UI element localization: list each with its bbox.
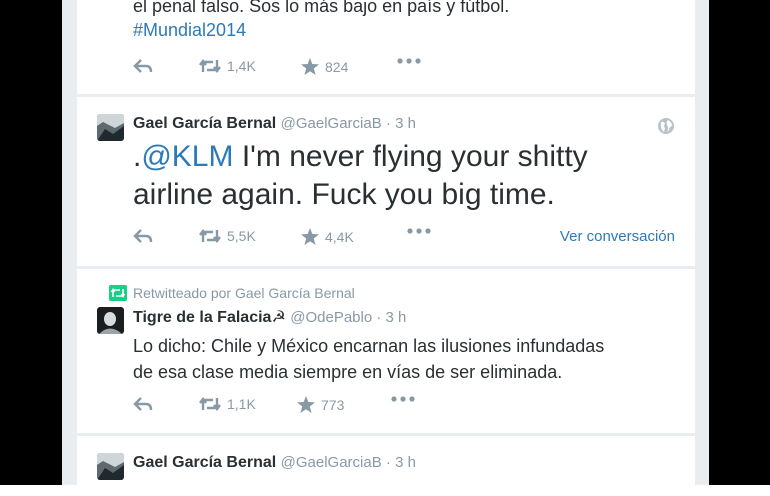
favorite-count: 824 — [325, 58, 349, 75]
reply-button[interactable] — [133, 58, 153, 74]
favorite-icon — [301, 58, 319, 75]
user-name[interactable]: Gael García Bernal — [133, 454, 276, 471]
user-name[interactable]: Gael García Bernal — [133, 115, 276, 132]
favorite-button[interactable]: 773 — [297, 396, 344, 413]
retweet-count: 5,5K — [227, 228, 256, 244]
tweet-header: Gael García Bernal @GaelGarciaB · 3 h — [133, 454, 416, 472]
tweet-text-line: I'm never flying your shitty — [233, 140, 588, 173]
retweet-button[interactable]: 1,1K — [199, 396, 256, 412]
retweet-icon — [199, 397, 221, 411]
favorite-count: 4,4K — [325, 228, 354, 245]
hashtag-link[interactable]: #Mundial2014 — [133, 20, 246, 40]
more-button[interactable] — [407, 228, 431, 234]
reply-icon — [133, 397, 153, 411]
tweet-header: Tigre de la Falacia☭ @OdePablo · 3 h — [133, 307, 406, 327]
tweet-card[interactable]: Gael García Bernal @GaelGarciaB · 3 h — [77, 436, 695, 496]
retweet-context: Retwitteado por Gael García Bernal — [109, 285, 355, 301]
tweet-text: Lo dicho: Chile y México encarnan las il… — [133, 333, 604, 385]
reply-icon — [133, 229, 153, 243]
tweet-actions: 1,1K 773 — [133, 396, 693, 420]
tweet-actions: 1,4K 824 — [133, 58, 693, 82]
tweet-text-line: el penal falso. Sos lo más bajo en país … — [133, 0, 510, 16]
favorite-icon — [301, 228, 319, 245]
left-black-border — [0, 0, 62, 485]
retweet-button[interactable]: 5,5K — [199, 228, 256, 244]
user-handle[interactable]: @GaelGarciaB · 3 h — [281, 115, 416, 132]
retweet-count: 1,4K — [227, 58, 256, 74]
tweet-text-line: Lo dicho: Chile y México encarnan las il… — [133, 336, 605, 356]
favorite-button[interactable]: 824 — [301, 58, 348, 75]
retweet-count: 1,1K — [227, 396, 256, 412]
tweet-text-line: de esa clase media siempre en vías de se… — [133, 362, 563, 382]
avatar[interactable] — [97, 453, 124, 480]
retweet-button[interactable]: 1,4K — [199, 58, 256, 74]
more-icon — [407, 228, 431, 234]
tweet-text-line: airline again. Fuck you big time. — [133, 178, 555, 211]
favorite-icon — [297, 396, 315, 413]
retweet-icon — [199, 229, 221, 243]
tweet-text: el penal falso. Sos lo más bajo en país … — [133, 0, 509, 42]
mention-link[interactable]: @KLM — [141, 140, 233, 173]
tweet-card[interactable]: Retwitteado por Gael García Bernal Tigre… — [77, 269, 695, 433]
tweet-card[interactable]: el penal falso. Sos lo más bajo en país … — [77, 0, 695, 94]
avatar[interactable] — [97, 307, 124, 334]
user-name[interactable]: Tigre de la Falacia☭ — [133, 309, 286, 326]
more-icon — [391, 396, 415, 402]
tweet-actions: 5,5K 4,4K Ver conversación — [133, 228, 693, 252]
avatar[interactable] — [97, 114, 124, 141]
more-icon — [397, 58, 421, 64]
reply-button[interactable] — [133, 228, 153, 244]
tweet-card[interactable]: Gael García Bernal @GaelGarciaB · 3 h .@… — [77, 97, 695, 266]
tweet-header: Gael García Bernal @GaelGarciaB · 3 h — [133, 115, 416, 133]
user-handle[interactable]: @OdePablo · 3 h — [290, 309, 406, 326]
favorite-count: 773 — [321, 396, 345, 413]
retweet-context-text[interactable]: Retwitteado por Gael García Bernal — [133, 285, 355, 301]
globe-icon[interactable] — [657, 117, 675, 135]
favorite-button[interactable]: 4,4K — [301, 228, 354, 245]
more-button[interactable] — [391, 396, 415, 402]
tweet-text: .@KLM I'm never flying your shitty airli… — [133, 138, 588, 214]
reply-icon — [133, 59, 153, 73]
view-conversation-link[interactable]: Ver conversación — [560, 228, 675, 245]
user-handle[interactable]: @GaelGarciaB · 3 h — [281, 454, 416, 471]
more-button[interactable] — [397, 58, 421, 64]
reply-button[interactable] — [133, 396, 153, 412]
retweet-icon — [199, 59, 221, 73]
right-black-border — [709, 0, 770, 485]
retweet-context-icon — [109, 285, 127, 301]
